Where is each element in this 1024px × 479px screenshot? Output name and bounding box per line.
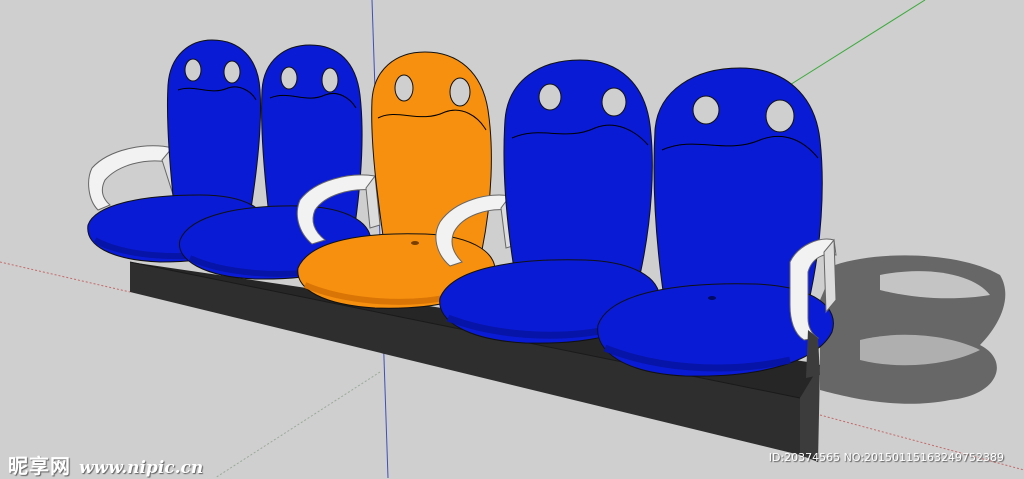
green-axis-dash [214,371,381,478]
green-axis-line [784,0,926,89]
watermark-brand: 昵享网 [8,454,71,478]
ground-shadow [820,255,1006,404]
watermark-url: www.nipic.cn [79,458,204,478]
watermark-id: ID:20374565 NO:20150115163249752389 [768,451,1004,464]
seat-row-render [0,0,1024,478]
watermark-left: 昵享网 www.nipic.cn [8,450,203,478]
render-stage: 昵享网 www.nipic.cn ID:20374565 NO:20150115… [0,0,1024,478]
red-axis-line-left [0,261,131,293]
